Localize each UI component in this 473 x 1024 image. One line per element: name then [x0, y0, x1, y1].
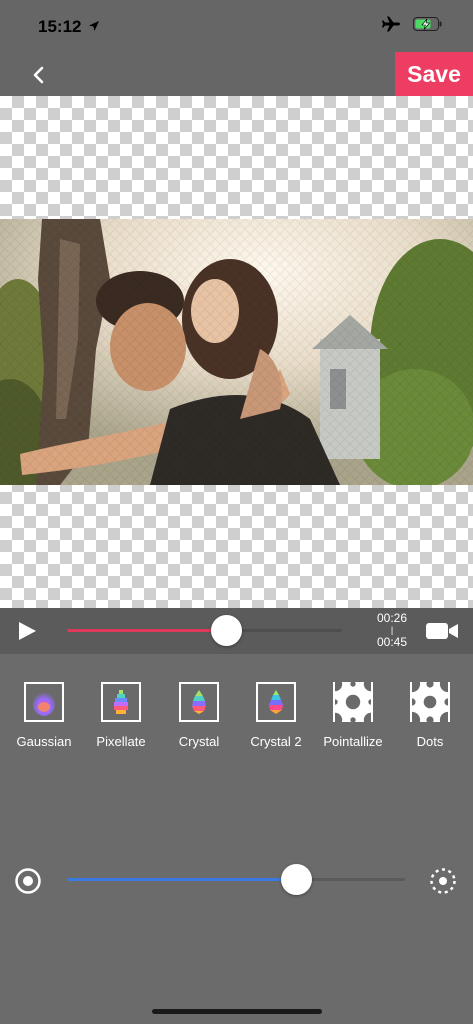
- filter-label: Crystal 2: [250, 734, 302, 749]
- player-bar: 00:26 | 00:45: [0, 608, 473, 654]
- radio-target-icon[interactable]: [14, 867, 42, 900]
- crystal-drop-icon: [179, 682, 219, 722]
- filter-pointillize[interactable]: Pointallize: [313, 680, 393, 749]
- intensity-slider[interactable]: [67, 864, 405, 895]
- filter-label: Pixellate: [96, 734, 146, 749]
- filter-label: Dots: [416, 734, 444, 749]
- filter-dots[interactable]: Dots: [390, 680, 470, 749]
- total-time: 00:45: [376, 635, 408, 649]
- current-time: 00:26: [376, 611, 408, 625]
- dots-icon: [410, 682, 450, 722]
- back-button[interactable]: [24, 60, 54, 90]
- play-button[interactable]: [16, 620, 38, 647]
- dotted-circle-icon[interactable]: [429, 867, 457, 900]
- camera-button[interactable]: [425, 621, 459, 646]
- video-preview: [0, 219, 473, 485]
- video-preview-image: [0, 219, 473, 485]
- filter-label: Pointallize: [323, 734, 383, 749]
- play-icon: [19, 622, 36, 640]
- filter-label: Gaussian: [16, 734, 72, 749]
- pixellate-drop-icon: [101, 682, 141, 722]
- status-bar: 15:12: [0, 0, 473, 52]
- seek-thumb[interactable]: [210, 615, 242, 646]
- airplane-icon: [382, 16, 400, 32]
- gaussian-drop-icon: [24, 682, 64, 722]
- time-display: 00:26 | 00:45: [366, 611, 418, 649]
- pointillize-icon: [333, 682, 373, 722]
- home-indicator[interactable]: [152, 1009, 322, 1014]
- seek-progress: [67, 629, 226, 632]
- filter-crystal-2[interactable]: Crystal 2: [236, 680, 316, 749]
- seek-slider[interactable]: [67, 615, 342, 646]
- intensity-progress: [67, 878, 297, 881]
- location-arrow-icon: [89, 21, 99, 31]
- intensity-thumb[interactable]: [281, 864, 313, 895]
- crystal2-drop-icon: [256, 682, 296, 722]
- video-camera-icon: [426, 623, 458, 639]
- save-button[interactable]: Save: [395, 52, 473, 96]
- filter-label: Crystal: [178, 734, 220, 749]
- filter-pixellate[interactable]: Pixellate: [81, 680, 161, 749]
- time-separator: |: [390, 625, 394, 635]
- status-time: 15:12: [38, 17, 82, 36]
- filter-crystal[interactable]: Crystal: [159, 680, 239, 749]
- intensity-slider-row: [0, 862, 473, 898]
- filter-list: Gaussian Pixellate Crystal Crystal 2 Poi…: [0, 680, 473, 760]
- nav-bar: Save: [0, 52, 473, 96]
- chevron-left-icon: [33, 66, 44, 84]
- status-right-icons: [381, 16, 443, 32]
- filter-gaussian[interactable]: Gaussian: [4, 680, 84, 749]
- battery-charging-icon: [413, 17, 442, 31]
